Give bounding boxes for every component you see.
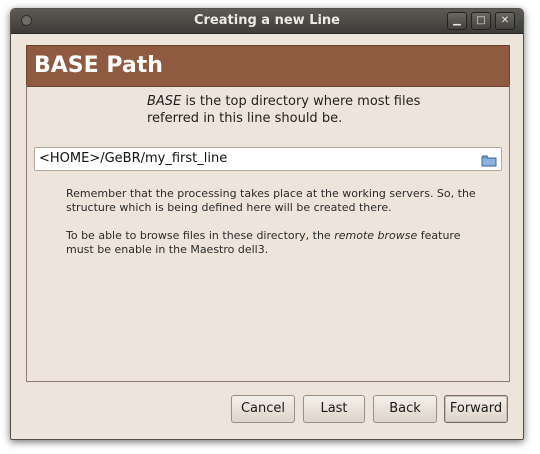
- note-browse: To be able to browse files in these dire…: [66, 229, 486, 257]
- note-browse-start: To be able to browse files in these dire…: [66, 229, 335, 242]
- maximize-button[interactable]: □: [471, 12, 491, 30]
- intro-rest: is the top directory where most files re…: [147, 94, 421, 126]
- banner-title: BASE Path: [34, 53, 163, 78]
- forward-button[interactable]: Forward: [444, 395, 508, 423]
- folder-icon[interactable]: [481, 152, 497, 167]
- note-processing: Remember that the processing takes place…: [66, 187, 476, 214]
- last-button[interactable]: Last: [303, 395, 365, 423]
- intro-emphasis: BASE: [147, 94, 182, 109]
- base-path-input[interactable]: <HOME>/GeBR/my_first_line: [34, 147, 502, 171]
- minimize-button[interactable]: ▁: [447, 12, 467, 30]
- title-bar[interactable]: Creating a new Line ▁ □ ✕: [11, 9, 523, 34]
- cancel-button[interactable]: Cancel: [231, 395, 295, 423]
- intro-text: BASE is the top directory where most fil…: [147, 93, 447, 127]
- dialog-window: Creating a new Line ▁ □ ✕ BASE Path BASE…: [10, 8, 524, 440]
- close-button[interactable]: ✕: [495, 12, 515, 30]
- section-banner: BASE Path: [26, 45, 510, 87]
- back-button[interactable]: Back: [373, 395, 437, 423]
- note-browse-emphasis: remote browse: [334, 229, 418, 242]
- base-path-value[interactable]: <HOME>/GeBR/my_first_line: [39, 151, 227, 166]
- content-panel: BASE is the top directory where most fil…: [26, 85, 510, 382]
